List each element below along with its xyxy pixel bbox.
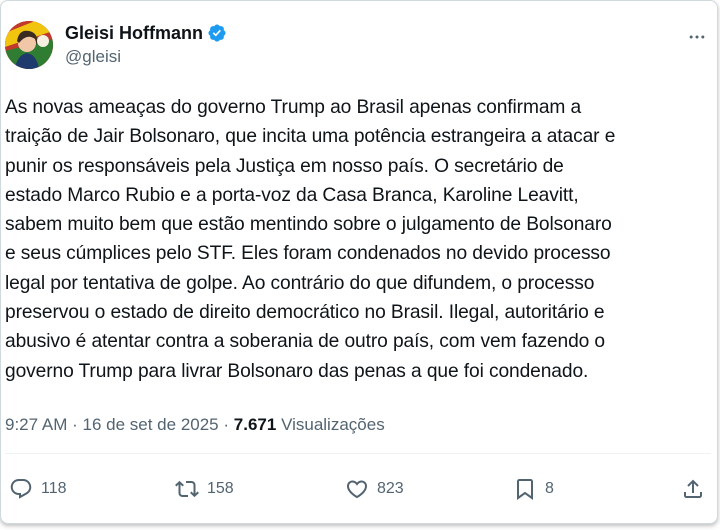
meta-separator: · <box>72 415 78 434</box>
like-count: 823 <box>377 480 404 497</box>
repost-count: 158 <box>207 480 234 497</box>
meta-separator: · <box>223 415 230 434</box>
divider <box>5 453 711 454</box>
bookmark-icon <box>517 479 533 500</box>
bookmark-count: 8 <box>545 480 554 497</box>
action-bar: 118 158 823 8 <box>5 475 705 503</box>
tweet-date[interactable]: 16 de set de 2025 <box>83 415 219 434</box>
reply-count: 118 <box>41 480 67 497</box>
more-options-icon[interactable] <box>685 25 709 49</box>
avatar[interactable] <box>5 21 53 69</box>
author-display-name[interactable]: Gleisi Hoffmann <box>65 21 203 45</box>
tweet-time[interactable]: 9:27 AM <box>5 415 67 434</box>
views-label: Visualizações <box>281 415 385 434</box>
tweet-header: Gleisi Hoffmann @gleisi <box>5 19 717 73</box>
tweet-text: As novas ameaças do governo Trump ao Bra… <box>5 97 616 382</box>
bookmark-button[interactable]: 8 <box>513 475 554 503</box>
author-names: Gleisi Hoffmann @gleisi <box>65 21 227 69</box>
tweet-card: Gleisi Hoffmann @gleisi As novas ameaças… <box>0 0 718 524</box>
share-button[interactable] <box>681 475 705 503</box>
views-count: 7.671 <box>233 415 277 434</box>
verified-badge-icon[interactable] <box>207 23 227 43</box>
author-display-name-row[interactable]: Gleisi Hoffmann <box>65 21 227 45</box>
reply-button[interactable]: 118 <box>9 475 67 503</box>
repost-button[interactable]: 158 <box>175 475 234 503</box>
share-icon <box>684 479 702 498</box>
like-icon <box>346 480 368 499</box>
tweet-metadata: 9:27 AM · 16 de set de 2025 · 7.671 Visu… <box>5 413 385 437</box>
repost-icon <box>175 480 199 498</box>
like-button[interactable]: 823 <box>345 475 404 503</box>
reply-icon <box>10 479 32 499</box>
author-handle[interactable]: @gleisi <box>65 45 227 69</box>
